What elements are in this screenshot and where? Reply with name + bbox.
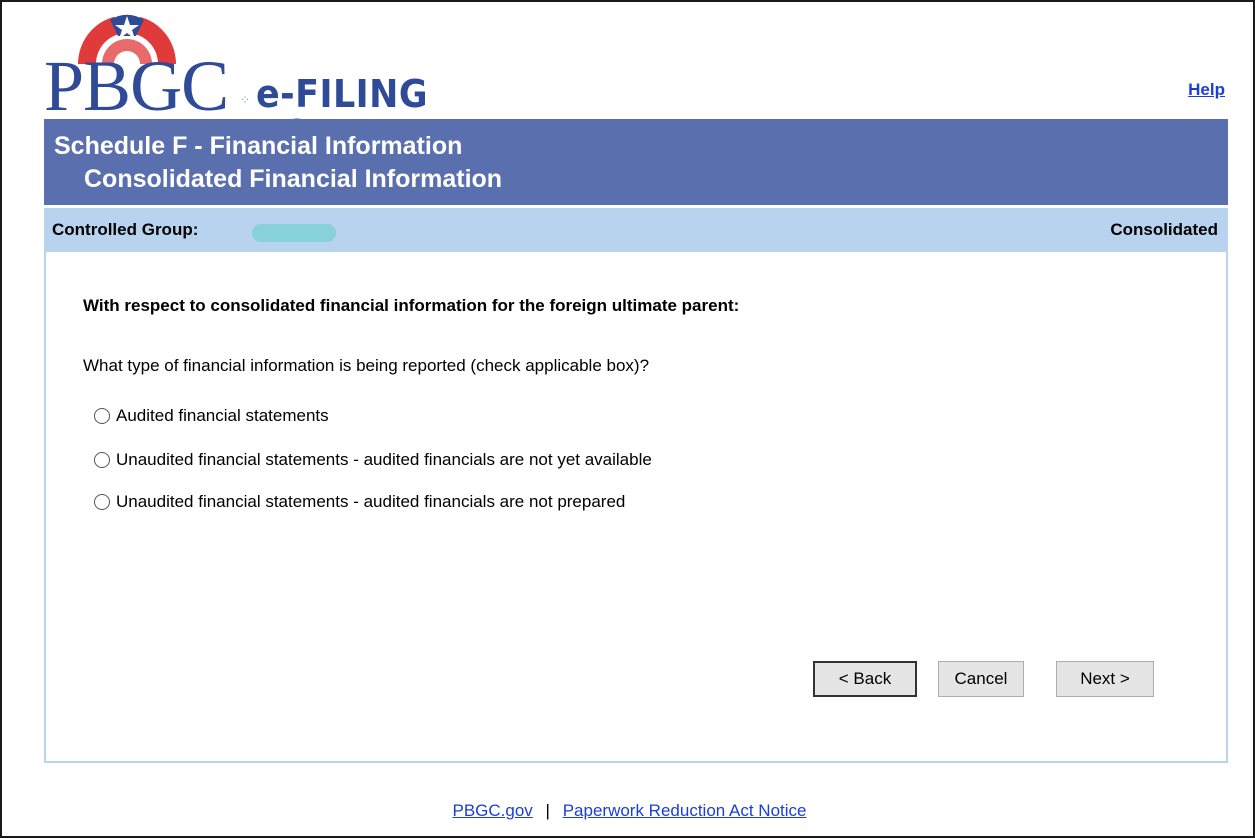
- pbgc-gov-link[interactable]: PBGC.gov: [453, 801, 533, 820]
- logo-wordmark: PBGC: [44, 46, 229, 126]
- logo-dots-icon: ⁘: [240, 93, 251, 107]
- content-panel: With respect to consolidated financial i…: [44, 252, 1228, 763]
- page-frame: PBGC ⁘ e-FILING PORTAL Help Schedule F -…: [0, 0, 1255, 838]
- option-audited[interactable]: Audited financial statements: [94, 406, 329, 426]
- pbgc-logo: PBGC ⁘ e-FILING PORTAL: [44, 6, 564, 154]
- radio-audited[interactable]: [94, 408, 110, 424]
- paperwork-reduction-link[interactable]: Paperwork Reduction Act Notice: [563, 801, 807, 820]
- option-label: Unaudited financial statements - audited…: [116, 450, 652, 469]
- option-unaudited-not-yet-available[interactable]: Unaudited financial statements - audited…: [94, 450, 652, 470]
- page-title: Schedule F - Financial Information: [54, 132, 463, 160]
- radio-unaudited-not-yet-available[interactable]: [94, 452, 110, 468]
- redacted-group-name: [252, 224, 336, 242]
- footer-separator: |: [545, 801, 550, 820]
- controlled-group-label: Controlled Group:: [52, 220, 199, 239]
- option-label: Unaudited financial statements - audited…: [116, 492, 626, 511]
- option-label: Audited financial statements: [116, 406, 329, 425]
- title-band: Schedule F - Financial Information Conso…: [44, 119, 1228, 205]
- back-button[interactable]: < Back: [813, 661, 917, 697]
- group-type-label: Consolidated: [1110, 220, 1218, 239]
- next-button[interactable]: Next >: [1056, 661, 1154, 697]
- section-heading: With respect to consolidated financial i…: [83, 296, 740, 315]
- option-unaudited-not-prepared[interactable]: Unaudited financial statements - audited…: [94, 492, 625, 512]
- page-subtitle: Consolidated Financial Information: [84, 165, 503, 193]
- radio-unaudited-not-prepared[interactable]: [94, 494, 110, 510]
- controlled-group-bar: Controlled Group: Consolidated: [44, 208, 1228, 252]
- question-text: What type of financial information is be…: [83, 356, 650, 375]
- cancel-button[interactable]: Cancel: [938, 661, 1024, 697]
- footer: PBGC.gov | Paperwork Reduction Act Notic…: [2, 801, 1255, 821]
- help-link[interactable]: Help: [1188, 80, 1225, 100]
